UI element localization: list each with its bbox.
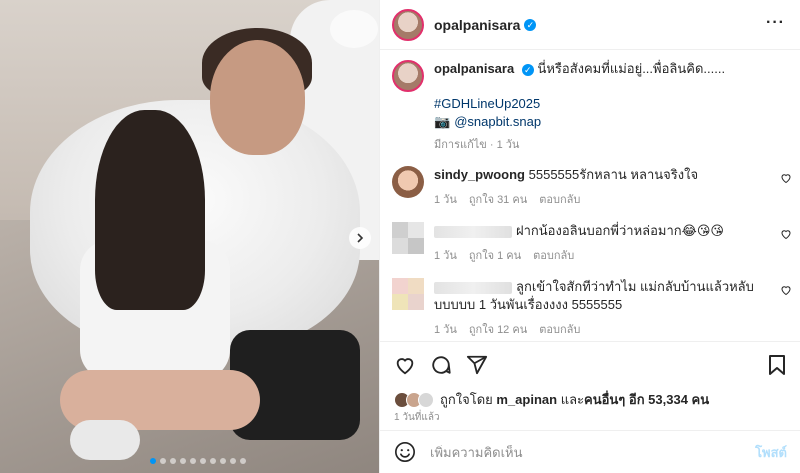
photo-woman-face (210, 40, 305, 155)
carousel-dot (180, 458, 186, 464)
carousel-dot (240, 458, 246, 464)
post-action-section: ถูกใจโดย m_apinan และ คนอื่นๆ อีก 53,334 … (380, 341, 800, 423)
more-icon[interactable]: ··· (766, 14, 785, 32)
commenter-avatar[interactable] (392, 222, 424, 254)
caption-credit-link[interactable]: @snapbit.snap (454, 114, 541, 129)
author-username[interactable]: opalpanisara (434, 17, 520, 33)
caption-hashtag[interactable]: #GDHLineUp2025 (434, 96, 725, 111)
comment-reply-button[interactable]: ตอบกลับ (539, 320, 580, 338)
comment-input[interactable] (430, 444, 756, 460)
photo-girl-hair (95, 110, 205, 310)
liked-by-username[interactable]: m_apinan (496, 392, 557, 407)
comment-likes[interactable]: ถูกใจ 12 คน (469, 320, 527, 338)
comment-username-blurred[interactable] (434, 281, 512, 294)
likes-prefix: ถูกใจโดย (440, 392, 493, 407)
camera-icon: 📷 (434, 114, 451, 129)
carousel-dot (170, 458, 176, 464)
likes-others-link[interactable]: คนอื่นๆ อีก 53,334 คน (584, 389, 709, 410)
comment-time: 1 วัน (434, 194, 457, 206)
carousel-dot (220, 458, 226, 464)
save-icon[interactable] (767, 354, 787, 376)
heart-icon[interactable] (780, 172, 792, 184)
comment-item: ฝากน้องอลินบอกพี่ว่าหล่อมาก😂😘😘 1 วัน ถูก… (392, 222, 792, 264)
carousel-dot (230, 458, 236, 464)
comment-time: 1 วัน (434, 324, 457, 336)
chevron-right-icon (357, 233, 364, 243)
photo-face-mask (330, 10, 378, 48)
comment-item: sindy_pwoong 5555555รักหลาน หลานจริงใจ 1… (392, 166, 792, 208)
emoji-icon[interactable] (394, 441, 416, 463)
liker-avatars[interactable] (394, 391, 434, 408)
heart-icon[interactable] (780, 228, 792, 240)
comment-item: ลูกเข้าใจสักทีว่าทำไม แม่กลับบ้านแล้วหลั… (392, 278, 792, 338)
post-header: opalpanisara ✓ ··· (380, 0, 800, 50)
verified-icon: ✓ (521, 64, 534, 76)
post-side-panel: opalpanisara ✓ ··· opalpanisara ✓ นี่หรื… (379, 0, 800, 473)
caption-username[interactable]: opalpanisara (434, 61, 514, 76)
photo-sneaker (70, 420, 140, 460)
caption-text: นี่หรือสังคมที่แม่อยู่...พื่อลินคิด.....… (537, 61, 726, 76)
caption-avatar[interactable] (392, 60, 424, 92)
carousel-dot (200, 458, 206, 464)
post-timestamp[interactable]: 1 วันที่แล้ว (394, 410, 440, 425)
post-comment-button[interactable]: โพสต์ (755, 442, 787, 463)
action-bar (394, 354, 488, 376)
comment-icon[interactable] (430, 354, 452, 376)
heart-icon[interactable] (394, 354, 416, 376)
comment-reply-button[interactable]: ตอบกลับ (539, 190, 580, 208)
carousel-next-button[interactable] (349, 227, 371, 249)
heart-icon[interactable] (780, 284, 792, 296)
carousel-dot (150, 458, 156, 464)
author-avatar[interactable] (392, 8, 424, 41)
carousel-dot (190, 458, 196, 464)
share-icon[interactable] (466, 354, 488, 376)
comment-username-blurred[interactable] (434, 225, 512, 238)
comment-reply-button[interactable]: ตอบกลับ (533, 246, 574, 264)
likes-summary: ถูกใจโดย m_apinan และ คนอื่นๆ อีก 53,334 … (394, 389, 709, 410)
post-caption: opalpanisara ✓ นี่หรือสังคมที่แม่อยู่...… (392, 60, 792, 153)
comment-time: 1 วัน (434, 250, 457, 262)
carousel-indicator (150, 458, 246, 464)
comment-text: ฝากน้องอลินบอกพี่ว่าหล่อมาก😂😘😘 (516, 223, 724, 238)
commenter-avatar[interactable] (392, 278, 424, 310)
comment-likes[interactable]: ถูกใจ 31 คน (469, 190, 527, 208)
likes-middle: และ (560, 392, 585, 407)
commenter-avatar[interactable] (392, 166, 424, 198)
caption-edited-label: มีการแก้ไข · 1 วัน (434, 139, 520, 151)
carousel-dot (210, 458, 216, 464)
carousel-dot (160, 458, 166, 464)
comment-likes[interactable]: ถูกใจ 1 คน (469, 246, 521, 264)
comment-username[interactable]: sindy_pwoong (434, 167, 525, 182)
comment-text: 5555555รักหลาน หลานจริงใจ (528, 167, 699, 182)
add-comment-bar: โพสต์ (380, 430, 800, 473)
post-photo[interactable] (0, 0, 379, 473)
verified-icon: ✓ (524, 18, 537, 31)
